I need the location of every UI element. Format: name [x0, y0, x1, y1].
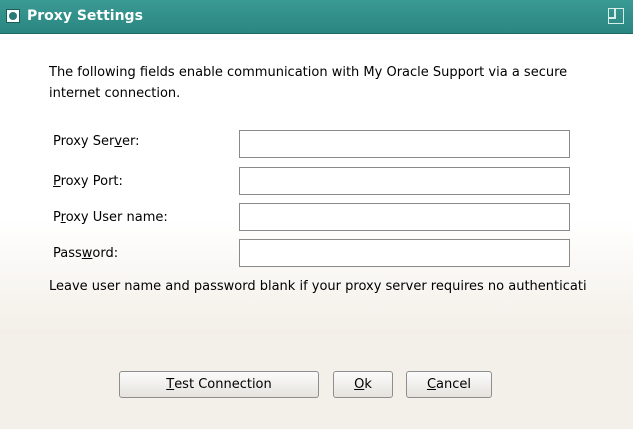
restore-window-icon[interactable] [608, 8, 624, 24]
proxy-port-label: Proxy Port: [53, 174, 123, 189]
test-connection-button[interactable]: Test Connection [119, 371, 319, 398]
window-title: Proxy Settings [27, 8, 143, 24]
proxy-port-input[interactable] [239, 167, 570, 195]
ok-button[interactable]: Ok [333, 371, 393, 398]
button-bar: Test Connection Ok Cancel [0, 334, 633, 429]
dialog-content: The following fields enable communicatio… [0, 34, 633, 334]
password-label: Password: [53, 246, 119, 261]
intro-text: The following fields enable communicatio… [49, 65, 568, 101]
blank-credentials-note: Leave user name and password blank if yo… [49, 279, 587, 294]
proxy-user-name-input[interactable] [239, 203, 570, 231]
proxy-server-input[interactable] [239, 130, 570, 158]
title-bar[interactable]: Proxy Settings [0, 0, 633, 34]
window-menu-icon[interactable] [6, 9, 20, 23]
proxy-server-label: Proxy Server: [53, 134, 140, 149]
password-input[interactable] [239, 239, 570, 267]
proxy-user-name-label: Proxy User name: [53, 210, 168, 225]
cancel-button[interactable]: Cancel [406, 371, 492, 398]
